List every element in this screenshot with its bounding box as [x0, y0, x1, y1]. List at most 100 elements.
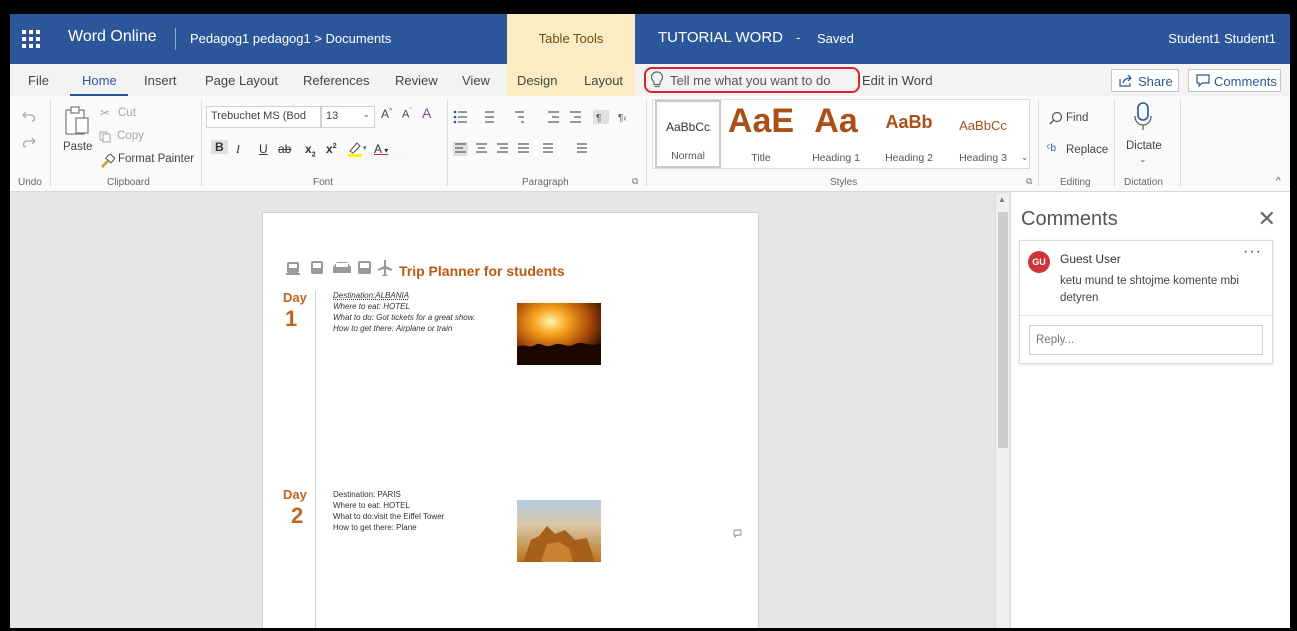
title-separator: -	[796, 30, 801, 45]
timeline-line	[315, 291, 316, 628]
clear-formatting-icon[interactable]: A	[422, 105, 431, 121]
style-heading-3[interactable]: AaBbCc Heading 3	[948, 100, 1018, 168]
tab-insert[interactable]: Insert	[144, 73, 177, 88]
font-color-button[interactable]: A ▾	[374, 142, 388, 156]
find-icon	[1049, 111, 1063, 125]
day-2-number: 2	[291, 503, 304, 528]
tab-design[interactable]: Design	[517, 73, 557, 88]
share-button[interactable]: Share	[1111, 69, 1179, 92]
document-scrollbar[interactable]: ▲	[995, 194, 1009, 628]
paragraph-group-label: Paragraph	[522, 177, 569, 188]
day-1-number: 1	[285, 306, 298, 331]
comment-marker-icon[interactable]	[733, 529, 742, 538]
dictate-chevron-icon[interactable]: ⌄	[1139, 154, 1147, 165]
microphone-icon[interactable]	[1133, 102, 1153, 132]
subscript-button[interactable]: x2	[305, 142, 316, 158]
undo-icon[interactable]	[22, 110, 36, 122]
edit-in-word-button[interactable]: Edit in Word	[862, 73, 933, 88]
table-tools-label: Table Tools	[507, 14, 635, 64]
comments-label: Comments	[1214, 74, 1277, 89]
comment-card[interactable]: GU Guest User ··· ketu mund te shtojme k…	[1019, 240, 1273, 364]
paragraph-list-icons[interactable]: ¶ ¶‹	[453, 110, 643, 124]
word-online-window: Word Online Pedagog1 pedagog1 > Document…	[10, 14, 1290, 628]
share-icon	[1119, 74, 1132, 87]
dictation-group-label: Dictation	[1124, 177, 1163, 188]
format-painter-button[interactable]: Format Painter	[118, 153, 194, 165]
font-name-select[interactable]: Trebuchet MS (Bod	[206, 106, 321, 128]
share-label: Share	[1138, 74, 1173, 89]
dictate-button[interactable]: Dictate	[1126, 140, 1162, 152]
replace-button[interactable]: Replace	[1066, 144, 1108, 156]
style-normal-name: Normal	[671, 150, 705, 162]
superscript-button[interactable]: x2	[326, 142, 337, 156]
font-size-select[interactable]: 13 ⌄	[321, 106, 375, 128]
ribbon-divider	[1038, 100, 1039, 186]
underline-button[interactable]: U	[259, 142, 268, 156]
replace-icon: ᶜb	[1047, 143, 1057, 154]
tab-view[interactable]: View	[462, 73, 490, 88]
strikethrough-button[interactable]: ab	[278, 142, 291, 156]
sandcastle-photo[interactable]	[517, 500, 601, 562]
paragraph-dialog-launcher-icon[interactable]: ⧉	[632, 176, 638, 187]
user-account[interactable]: Student1 Student1	[1168, 31, 1276, 46]
tab-review[interactable]: Review	[395, 73, 438, 88]
styles-dialog-launcher-icon[interactable]: ⧉	[1026, 176, 1032, 187]
font-size-value: 13	[326, 110, 339, 122]
ribbon-tab-bar: File Home Insert Page Layout References …	[10, 64, 1290, 96]
save-status: Saved	[817, 31, 854, 46]
ribbon: Undo Paste ✂ Cut Copy Format Painter Cli…	[10, 96, 1290, 192]
style-title-name: Title	[751, 152, 771, 164]
copy-button[interactable]: Copy	[117, 130, 144, 142]
reply-input[interactable]	[1029, 325, 1263, 355]
cut-button[interactable]: Cut	[118, 107, 136, 119]
style-heading-1[interactable]: Aa Heading 1	[800, 100, 872, 168]
highlight-icon[interactable]: ▾	[347, 141, 369, 157]
tell-me-search[interactable]: Tell me what you want to do	[644, 67, 860, 93]
shrink-font-button[interactable]: Aˇ	[402, 108, 412, 121]
style-heading-2-name: Heading 2	[885, 152, 933, 164]
style-heading-1-name: Heading 1	[812, 152, 860, 164]
italic-button[interactable]: I	[236, 142, 240, 157]
comment-author: Guest User	[1060, 252, 1121, 266]
style-normal[interactable]: AaBbCc Normal	[655, 100, 721, 168]
tab-home[interactable]: Home	[82, 73, 117, 88]
document-title[interactable]: TUTORIAL WORD	[658, 29, 783, 46]
style-title-preview: AaE	[727, 102, 795, 140]
comments-pane-title: Comments	[1021, 208, 1118, 230]
redo-icon[interactable]	[22, 136, 36, 148]
app-name[interactable]: Word Online	[68, 28, 157, 46]
breadcrumb[interactable]: Pedagog1 pedagog1 > Documents	[190, 31, 391, 46]
collapse-ribbon-icon[interactable]: ^	[1276, 176, 1281, 187]
grow-font-button[interactable]: A^	[381, 107, 392, 121]
paste-icon[interactable]	[64, 106, 90, 136]
scroll-up-arrow-icon[interactable]: ▲	[998, 195, 1006, 204]
app-launcher-icon[interactable]	[20, 28, 42, 50]
concert-photo[interactable]	[517, 303, 601, 365]
styles-more-chevron-icon[interactable]: ⌄	[1021, 152, 1029, 163]
style-heading-2[interactable]: AaBb Heading 2	[875, 100, 943, 168]
ribbon-divider	[1180, 100, 1181, 186]
scrollbar-thumb[interactable]	[998, 212, 1008, 448]
day-2-label: Day	[283, 487, 307, 502]
tab-references[interactable]: References	[303, 73, 369, 88]
day-2-travel: How to get there: Plane	[333, 523, 417, 532]
format-painter-icon	[101, 154, 115, 168]
day-1-destination: Destination:ALBANIA	[333, 291, 410, 300]
tab-page-layout[interactable]: Page Layout	[205, 73, 278, 88]
more-options-icon[interactable]: ···	[1243, 243, 1262, 261]
alignment-icons[interactable]	[453, 142, 603, 156]
styles-group-label: Styles	[830, 177, 858, 188]
tab-file[interactable]: File	[28, 73, 49, 88]
tab-layout[interactable]: Layout	[584, 73, 623, 88]
day-2-details: Destination: PARIS Where to eat: HOTEL W…	[333, 489, 444, 533]
close-icon[interactable]: ✕	[1258, 206, 1276, 232]
find-button[interactable]: Find	[1066, 112, 1088, 124]
comments-button[interactable]: Comments	[1188, 69, 1281, 92]
bold-button[interactable]: B	[211, 140, 228, 154]
paste-button[interactable]: Paste	[63, 141, 92, 153]
document-page[interactable]: Trip Planner for students Day 1 Destinat…	[262, 212, 759, 628]
font-name-value: Trebuchet MS (Bod	[211, 110, 306, 122]
day-2-destination: Destination: PARIS	[333, 490, 401, 499]
style-title[interactable]: AaE Title	[725, 100, 797, 168]
style-heading-3-preview: AaBbCc	[959, 118, 1007, 133]
